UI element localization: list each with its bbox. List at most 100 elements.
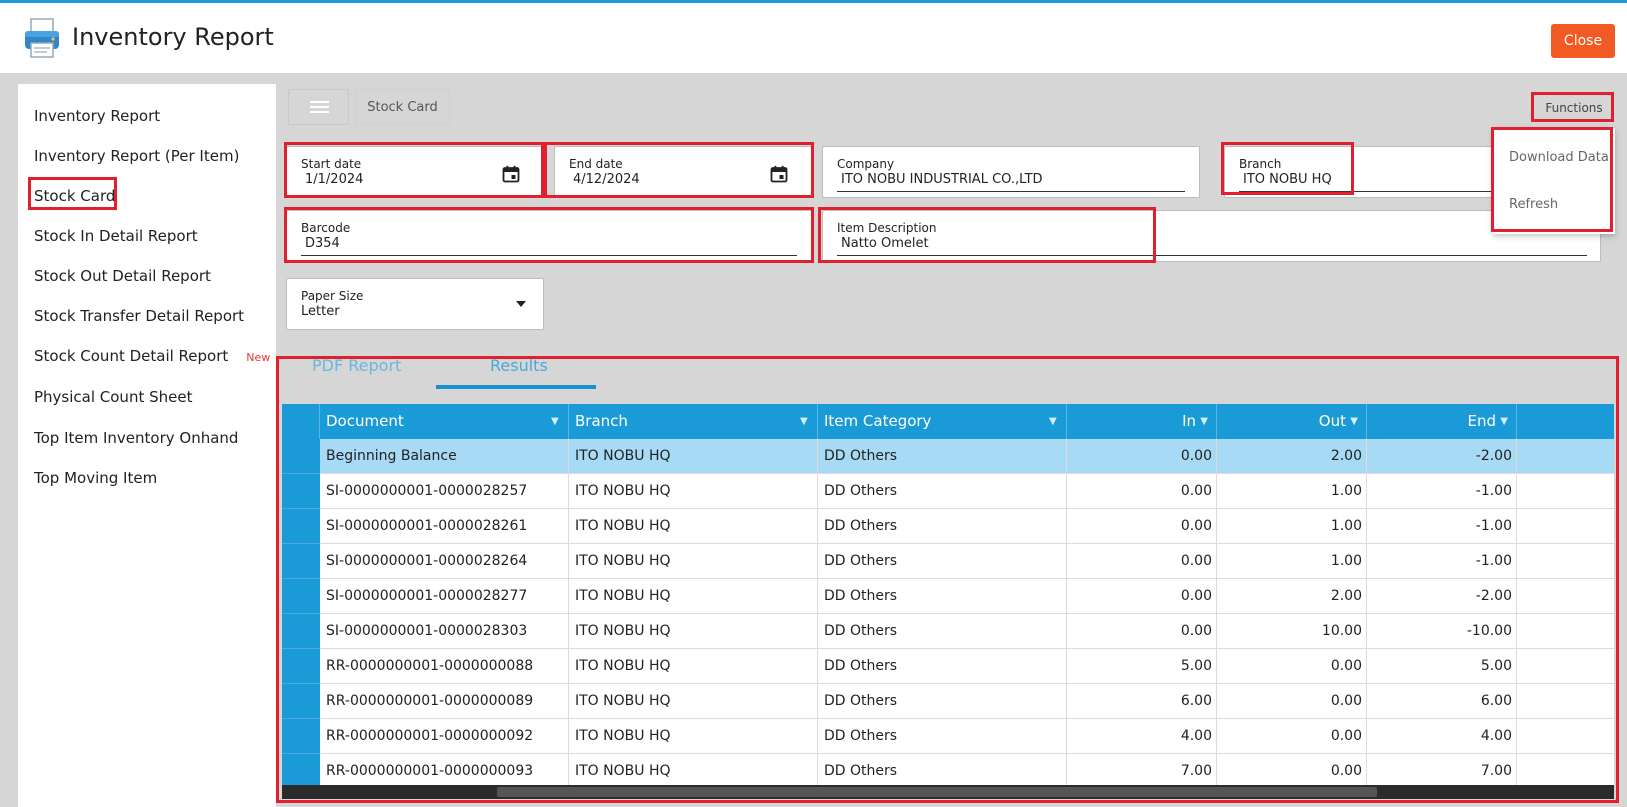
- row-selector[interactable]: [282, 439, 320, 474]
- cell-document: SI-0000000001-0000028277: [320, 579, 569, 614]
- calendar-icon[interactable]: [770, 165, 788, 183]
- cell-document: SI-0000000001-0000028303: [320, 614, 569, 649]
- table-row[interactable]: Beginning Balance ITO NOBU HQ DD Others 0.0…: [282, 439, 1614, 474]
- table-header: Document ▼ Branch ▼ Item Category ▼ In ▼ Out…: [282, 404, 1614, 439]
- horizontal-scrollbar[interactable]: [282, 785, 1614, 799]
- sidebar-item-label: Stock Count Detail Report: [34, 347, 229, 365]
- sidebar-item-stock-out-detail[interactable]: Stock Out Detail Report: [34, 264, 211, 288]
- table-row[interactable]: RR-0000000001-0000000089 ITO NOBU HQ DD Ot…: [282, 684, 1614, 719]
- barcode-field[interactable]: Barcode D354: [286, 210, 812, 262]
- cell-document: RR-0000000001-0000000089: [320, 684, 569, 719]
- calendar-icon[interactable]: [502, 165, 520, 183]
- start-date-field[interactable]: Start date 1/1/2024: [286, 146, 544, 198]
- cell-branch: ITO NOBU HQ: [569, 684, 818, 719]
- filter-icon[interactable]: ▼: [1200, 404, 1208, 439]
- cell-branch: ITO NOBU HQ: [569, 754, 818, 789]
- cell-out: 2.00: [1217, 439, 1367, 474]
- tab-results[interactable]: Results: [490, 356, 548, 375]
- cell-out: 1.00: [1217, 474, 1367, 509]
- row-selector[interactable]: [282, 719, 320, 754]
- table-row[interactable]: SI-0000000001-0000028277 ITO NOBU HQ DD Ot…: [282, 579, 1614, 614]
- cell-item-category: DD Others: [818, 474, 1067, 509]
- cell-document: SI-0000000001-0000028261: [320, 509, 569, 544]
- cell-end: -2.00: [1367, 439, 1517, 474]
- cell-branch: ITO NOBU HQ: [569, 579, 818, 614]
- row-selector[interactable]: [282, 544, 320, 579]
- cell-item-category: DD Others: [818, 544, 1067, 579]
- branch-label: Branch: [1239, 157, 1282, 171]
- scrollbar-thumb[interactable]: [497, 787, 1377, 797]
- table-row[interactable]: RR-0000000001-0000000092 ITO NOBU HQ DD Ot…: [282, 719, 1614, 754]
- filter-icon[interactable]: ▼: [1049, 404, 1057, 439]
- paper-size-value: Letter: [301, 304, 340, 319]
- cell-item-category: DD Others: [818, 579, 1067, 614]
- column-in[interactable]: In ▼: [1067, 404, 1217, 439]
- cell-out: 2.00: [1217, 579, 1367, 614]
- company-field[interactable]: Company ITO NOBU INDUSTRIAL CO.,LTD: [822, 146, 1200, 198]
- row-selector[interactable]: [282, 649, 320, 684]
- column-branch[interactable]: Branch ▼: [569, 404, 818, 439]
- column-label: Item Category: [824, 412, 932, 430]
- table-row[interactable]: SI-0000000001-0000028261 ITO NOBU HQ DD Ot…: [282, 509, 1614, 544]
- refresh-menu-item[interactable]: Refresh: [1509, 197, 1558, 212]
- row-selector[interactable]: [282, 474, 320, 509]
- sidebar-item-physical-count-sheet[interactable]: Physical Count Sheet: [34, 385, 192, 409]
- functions-button[interactable]: Functions: [1535, 95, 1613, 121]
- cell-out: 0.00: [1217, 754, 1367, 789]
- table-row[interactable]: RR-0000000001-0000000088 ITO NOBU HQ DD Ot…: [282, 649, 1614, 684]
- sidebar-item-stock-count-detail[interactable]: Stock Count Detail Report New: [34, 344, 270, 368]
- sidebar-item-inventory-report[interactable]: Inventory Report: [34, 104, 160, 128]
- tab-pdf-report[interactable]: PDF Report: [312, 356, 401, 375]
- company-value: ITO NOBU INDUSTRIAL CO.,LTD: [841, 172, 1043, 187]
- column-item-category[interactable]: Item Category ▼: [818, 404, 1067, 439]
- row-selector[interactable]: [282, 614, 320, 649]
- cell-document: RR-0000000001-0000000088: [320, 649, 569, 684]
- sidebar-item-stock-card[interactable]: Stock Card: [34, 184, 115, 208]
- breadcrumb: Stock Card: [355, 89, 450, 125]
- table-row[interactable]: SI-0000000001-0000028257 ITO NOBU HQ DD Ot…: [282, 474, 1614, 509]
- item-description-label: Item Description: [837, 221, 937, 235]
- item-description-value: Natto Omelet: [841, 236, 929, 251]
- row-selector[interactable]: [282, 579, 320, 614]
- column-document[interactable]: Document ▼: [320, 404, 569, 439]
- filter-icon[interactable]: ▼: [1500, 404, 1508, 439]
- column-label: End: [1467, 412, 1496, 430]
- end-date-field[interactable]: End date 4/12/2024: [554, 146, 812, 198]
- sidebar-item-inventory-report-per-item[interactable]: Inventory Report (Per Item): [34, 144, 239, 168]
- row-selector[interactable]: [282, 684, 320, 719]
- paper-size-select[interactable]: Paper Size Letter: [286, 278, 544, 330]
- table-row[interactable]: RR-0000000001-0000000093 ITO NOBU HQ DD Ot…: [282, 754, 1614, 789]
- filter-icon[interactable]: ▼: [1350, 404, 1358, 439]
- sidebar-item-top-item-inventory-onhand[interactable]: Top Item Inventory Onhand: [34, 426, 238, 450]
- cell-in: 0.00: [1067, 474, 1217, 509]
- column-end[interactable]: End ▼: [1367, 404, 1517, 439]
- cell-in: 4.00: [1067, 719, 1217, 754]
- sidebar-item-top-moving-item[interactable]: Top Moving Item: [34, 466, 157, 490]
- cell-end: -2.00: [1367, 579, 1517, 614]
- chevron-down-icon: [516, 301, 526, 307]
- cell-in: 0.00: [1067, 579, 1217, 614]
- filter-icon[interactable]: ▼: [800, 404, 808, 439]
- column-out[interactable]: Out ▼: [1217, 404, 1367, 439]
- row-selector[interactable]: [282, 754, 320, 789]
- branch-field[interactable]: Branch ITO NOBU HQ: [1224, 146, 1515, 198]
- cell-item-category: DD Others: [818, 649, 1067, 684]
- close-button[interactable]: Close: [1551, 24, 1615, 58]
- table-row[interactable]: SI-0000000001-0000028303 ITO NOBU HQ DD Ot…: [282, 614, 1614, 649]
- cell-end: 6.00: [1367, 684, 1517, 719]
- table-row[interactable]: SI-0000000001-0000028264 ITO NOBU HQ DD Ot…: [282, 544, 1614, 579]
- paper-size-label: Paper Size: [301, 289, 364, 303]
- item-description-field[interactable]: Item Description Natto Omelet: [822, 210, 1601, 262]
- sidebar-item-stock-in-detail[interactable]: Stock In Detail Report: [34, 224, 198, 248]
- results-table: Document ▼ Branch ▼ Item Category ▼ In ▼ Out…: [282, 404, 1614, 799]
- cell-end: 7.00: [1367, 754, 1517, 789]
- filter-icon[interactable]: ▼: [551, 404, 559, 439]
- start-date-label: Start date: [301, 157, 362, 171]
- download-data-menu-item[interactable]: Download Data: [1509, 150, 1609, 165]
- cell-document: RR-0000000001-0000000092: [320, 719, 569, 754]
- row-selector[interactable]: [282, 509, 320, 544]
- hamburger-menu-button[interactable]: [288, 89, 349, 125]
- cell-item-category: DD Others: [818, 509, 1067, 544]
- sidebar-item-stock-transfer-detail[interactable]: Stock Transfer Detail Report: [34, 304, 244, 328]
- barcode-value: D354: [305, 236, 340, 251]
